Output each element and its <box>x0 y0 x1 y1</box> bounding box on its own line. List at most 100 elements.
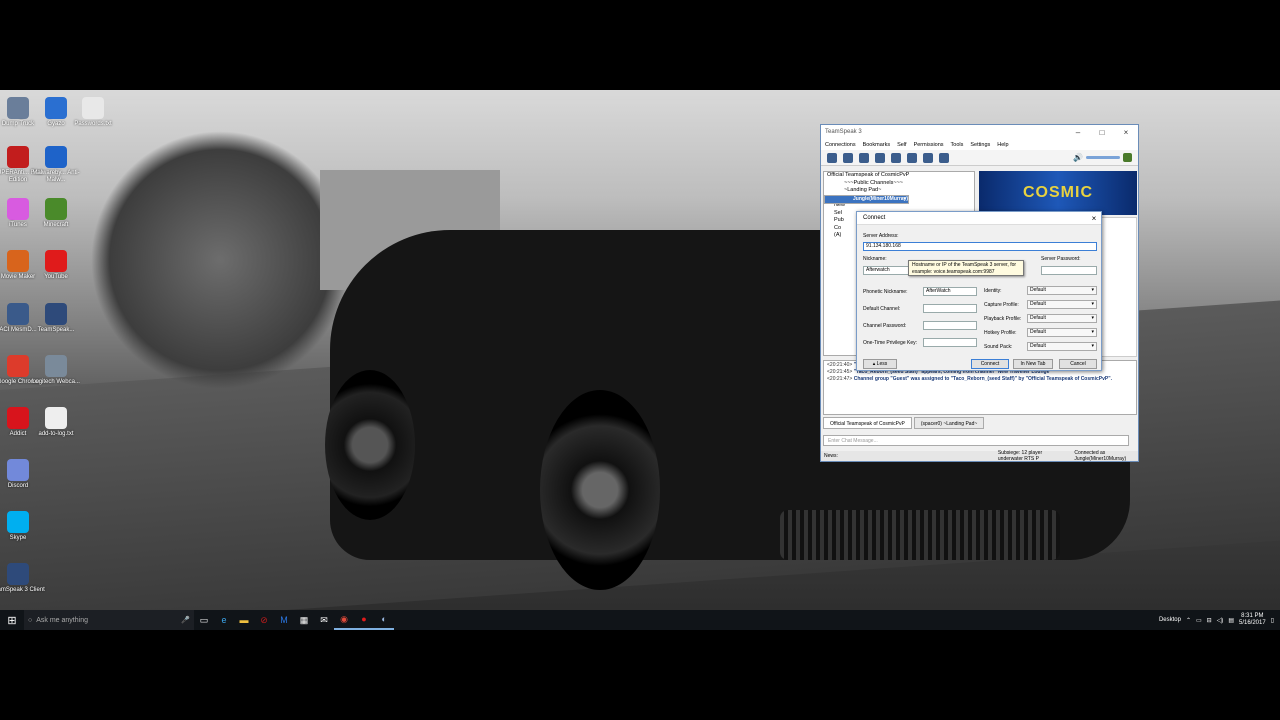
identity-label: Identity: <box>984 288 1002 294</box>
phonetic-input[interactable]: AfterWatch <box>923 287 977 296</box>
sound-pack-label: Sound Pack: <box>984 344 1013 350</box>
otp-input[interactable] <box>923 338 977 347</box>
app-icon <box>45 407 67 429</box>
app-icon <box>82 97 104 119</box>
message-icon[interactable]: ▤ <box>1228 617 1234 624</box>
playback-select[interactable]: Default <box>1027 314 1097 323</box>
desktop-icon[interactable]: Skype <box>0 511 46 542</box>
chrome-taskbar-icon[interactable]: ◉ <box>334 610 354 630</box>
chevron-up-icon[interactable]: ⌃ <box>1186 617 1191 624</box>
permissions-icon[interactable] <box>939 152 949 163</box>
dialog-close-icon[interactable]: × <box>1087 214 1101 223</box>
app-icon <box>45 355 67 377</box>
contacts-icon[interactable] <box>923 152 933 163</box>
chat-icon[interactable] <box>907 152 917 163</box>
teamspeak-taskbar-icon[interactable]: ◐ <box>374 610 394 630</box>
desktop-icon-label: TeamSpeak 3 Client <box>0 587 45 593</box>
desktop-icon[interactable]: TeamSpeak... <box>28 303 84 334</box>
sound-pack-select[interactable]: Default <box>1027 342 1097 351</box>
tab-server[interactable]: Official Teamspeak of CosmicPvP <box>823 417 912 429</box>
app-icon <box>7 407 29 429</box>
menu-tools[interactable]: Tools <box>951 142 964 148</box>
desktop-toolbar-label[interactable]: Desktop <box>1159 617 1181 623</box>
menu-permissions[interactable]: Permissions <box>914 142 944 148</box>
desktop-icon[interactable]: TeamSpeak 3 Client <box>0 563 46 594</box>
server-address-input[interactable]: 91.134.180.168 <box>863 242 1097 251</box>
window-titlebar[interactable]: TeamSpeak 3 – □ × <box>821 125 1138 139</box>
battery-icon[interactable]: ▭ <box>1196 617 1202 624</box>
menu-self[interactable]: Self <box>897 142 906 148</box>
identity-select[interactable]: Default <box>1027 286 1097 295</box>
network-icon[interactable]: ⊟ <box>1207 617 1212 624</box>
desktop-icon[interactable]: Minecraft <box>28 198 84 229</box>
chat-input[interactable]: Enter Chat Message... <box>823 435 1129 446</box>
default-channel-input[interactable] <box>923 304 977 313</box>
menu-bar: Connections Bookmarks Self Permissions T… <box>821 139 1138 150</box>
start-button[interactable]: ⊞ <box>0 610 24 630</box>
desktop-icon[interactable]: Passwords.txt <box>65 97 121 128</box>
app-taskbar-icon[interactable]: ▦ <box>294 610 314 630</box>
chat-tabs: Official Teamspeak of CosmicPvP (spacer0… <box>823 417 985 429</box>
menu-help[interactable]: Help <box>997 142 1008 148</box>
desktop-icon[interactable]: Discord <box>0 459 46 490</box>
search-box[interactable]: ○ Ask me anything 🎤 <box>24 610 194 630</box>
away-icon[interactable] <box>859 152 869 163</box>
tree-row[interactable]: ~~~Public Channels~~~ <box>824 180 974 188</box>
channel-password-input[interactable] <box>923 321 977 330</box>
dialog-titlebar[interactable]: Connect × <box>857 212 1101 225</box>
less-button-label: Less <box>876 361 888 367</box>
tab-channel[interactable]: (spacer0) ~Landing Pad~ <box>913 417 985 429</box>
minimize-icon[interactable]: – <box>1066 128 1090 137</box>
phonetic-label: Phonetic Nickname: <box>863 289 908 295</box>
maximize-icon[interactable]: □ <box>1090 128 1114 137</box>
connect-button[interactable]: Connect <box>971 359 1009 369</box>
hotkey-select[interactable]: Default <box>1027 328 1097 337</box>
cancel-button[interactable]: Cancel <box>1059 359 1097 369</box>
store-taskbar-icon[interactable]: ✉ <box>314 610 334 630</box>
record-taskbar-icon[interactable]: ● <box>354 610 374 630</box>
log-time: <20:21:47> <box>827 376 853 382</box>
task-view-icon[interactable]: ▭ <box>194 610 214 630</box>
close-icon[interactable]: × <box>1114 128 1138 137</box>
edge-icon[interactable]: e <box>214 610 234 630</box>
new-tab-button[interactable]: In New Tab <box>1013 359 1053 369</box>
playback-label: Playback Profile: <box>984 316 1022 322</box>
menu-connections[interactable]: Connections <box>825 142 856 148</box>
less-button[interactable]: ▴ Less <box>863 359 897 369</box>
server-banner: COSMIC <box>979 171 1137 215</box>
desktop-icon[interactable]: Logitech Webca... <box>28 355 84 386</box>
tree-row[interactable]: Jungle(Miner10Murray) <box>824 194 910 204</box>
log-text: Channel group "Guest" was assigned to "T… <box>853 376 1112 382</box>
search-placeholder: Ask me anything <box>36 616 88 624</box>
mute-mic-icon[interactable] <box>875 152 885 163</box>
desktop-icon[interactable]: add-to-log.txt <box>28 407 84 438</box>
notification-icon[interactable]: ▯ <box>1271 617 1274 624</box>
hotkey-label: Hotkey Profile: <box>984 330 1017 336</box>
dialog-title: Connect <box>863 215 886 221</box>
menu-bookmarks[interactable]: Bookmarks <box>863 142 891 148</box>
bookmark-icon[interactable] <box>843 152 853 163</box>
connect-dialog[interactable]: Connect × Server Address: 91.134.180.168… <box>856 211 1102 371</box>
antivirus-taskbar-icon[interactable]: ⊘ <box>254 610 274 630</box>
malwarebytes-taskbar-icon[interactable]: M <box>274 610 294 630</box>
desktop-icon[interactable]: YouTube <box>28 250 84 281</box>
tree-row[interactable]: Official Teamspeak of CosmicPvP <box>824 172 974 180</box>
app-icon <box>7 146 29 168</box>
app-icon <box>7 511 29 533</box>
connect-icon[interactable] <box>827 152 837 163</box>
desktop-icon[interactable]: Malwareby... Anti-Malw... <box>28 146 84 184</box>
server-password-input[interactable] <box>1041 266 1097 275</box>
app-icon <box>45 303 67 325</box>
clock[interactable]: 8:31 PM 5/16/2017 <box>1239 613 1266 627</box>
menu-settings[interactable]: Settings <box>970 142 990 148</box>
volume-slider[interactable] <box>1086 156 1120 159</box>
desktop-icon-label: TeamSpeak... <box>37 327 75 333</box>
file-explorer-icon[interactable]: ▬ <box>234 610 254 630</box>
wallpaper-front-wheel <box>540 390 660 590</box>
log-time: <20:21:40> <box>827 362 853 368</box>
speaker-icon[interactable]: ◁) <box>1217 617 1224 624</box>
status-ticker: Subsiege: 12 player underwater RTS P <box>997 450 1043 462</box>
capture-select[interactable]: Default <box>1027 300 1097 309</box>
tree-row[interactable]: ~Landing Pad~ <box>824 187 974 195</box>
mute-speaker-icon[interactable] <box>891 152 901 163</box>
